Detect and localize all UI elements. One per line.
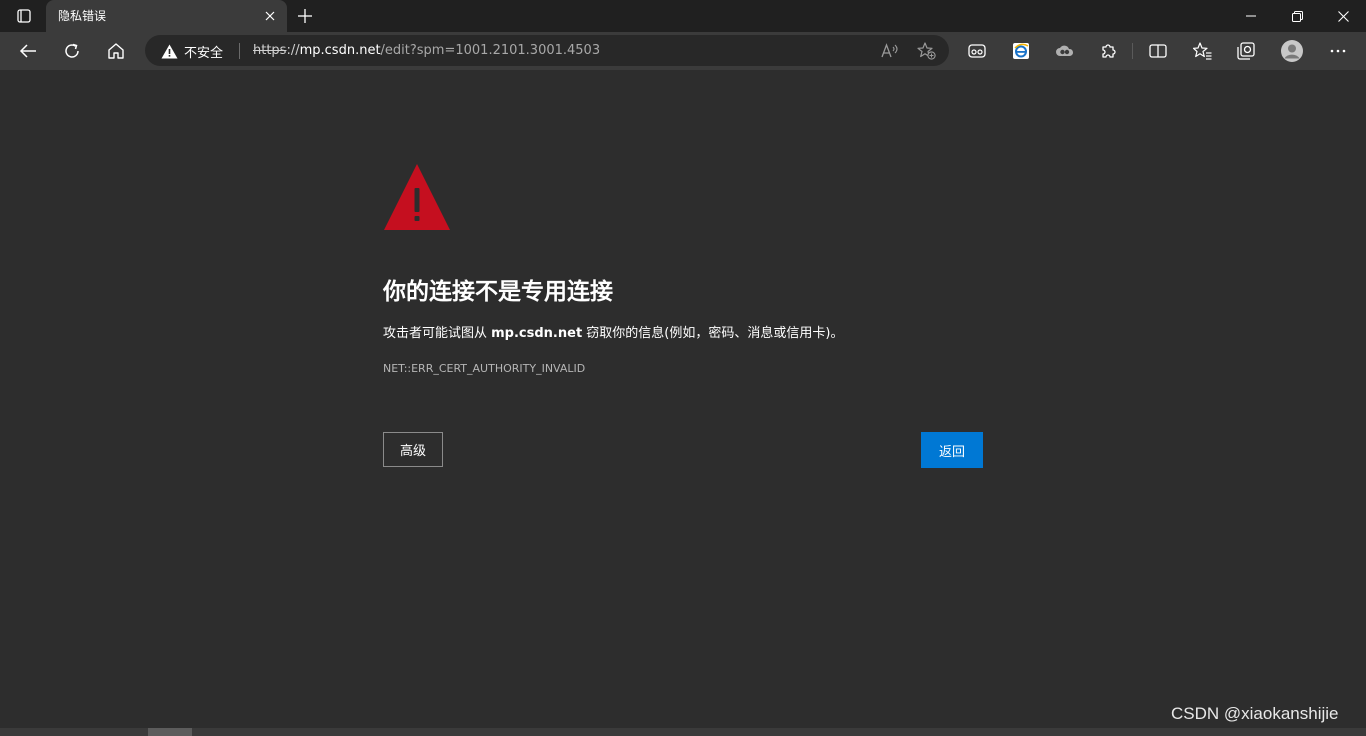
split-screen-icon (1149, 44, 1167, 58)
add-favorite-button[interactable] (915, 40, 937, 62)
tab-close-button[interactable] (262, 8, 278, 24)
vpn-extension-button[interactable] (961, 36, 993, 66)
error-code: NET::ERR_CERT_AUTHORITY_INVALID (383, 362, 586, 375)
warning-icon (161, 44, 178, 58)
tab-title: 隐私错误 (58, 9, 107, 23)
url-text[interactable]: https://mp.csdn.net/edit?spm=1001.2101.3… (253, 43, 600, 59)
address-divider (239, 43, 240, 59)
desc-text-before: 攻击者可能试图从 (383, 326, 492, 341)
plus-icon (298, 9, 312, 23)
minimize-button[interactable] (1228, 0, 1274, 32)
home-button[interactable] (100, 36, 132, 66)
window-close-button[interactable] (1320, 0, 1366, 32)
new-tab-button[interactable] (292, 4, 318, 28)
back-to-safety-button[interactable]: 返回 (921, 432, 983, 468)
puzzle-icon (1102, 44, 1116, 58)
url-separator: :// (286, 43, 300, 58)
restore-button[interactable] (1274, 0, 1320, 32)
url-scheme: https (253, 43, 287, 58)
close-icon (1337, 10, 1349, 22)
collections-icon (1237, 42, 1255, 60)
taskbar (0, 728, 1366, 736)
taskbar-item[interactable] (148, 728, 192, 736)
extension-cloud-icon (1056, 45, 1074, 56)
close-icon (265, 11, 275, 21)
url-path: /edit?spm=1001.2101.3001.4503 (380, 43, 601, 58)
tab-bar: 隐私错误 (0, 0, 1366, 32)
more-icon (1330, 49, 1346, 53)
extensions-button[interactable] (1093, 36, 1125, 66)
read-aloud-button[interactable] (879, 40, 901, 62)
toolbar-divider (1132, 43, 1133, 59)
warning-triangle-icon (384, 164, 450, 230)
security-indicator[interactable]: 不安全 (161, 41, 223, 61)
collections-button[interactable] (1230, 36, 1262, 66)
avatar-icon (1281, 40, 1303, 62)
tab-actions-button[interactable] (8, 4, 40, 28)
address-bar[interactable]: 不安全 https://mp.csdn.net/edit?spm=1001.21… (145, 35, 949, 66)
advanced-button[interactable]: 高级 (383, 432, 443, 467)
minimize-icon (1246, 15, 1256, 17)
home-icon (108, 43, 124, 59)
read-aloud-icon (881, 43, 898, 58)
error-description: 攻击者可能试图从 mp.csdn.net 窃取你的信息(例如，密码、消息或信用卡… (383, 324, 843, 344)
tab-active[interactable]: 隐私错误 (46, 0, 287, 32)
favorites-icon (1192, 42, 1211, 60)
star-add-icon (916, 42, 936, 60)
ie-mode-icon (1013, 43, 1029, 59)
security-label: 不安全 (184, 45, 224, 61)
tab-actions-icon (17, 9, 31, 23)
watermark: CSDN @xiaokanshijie (1171, 704, 1339, 723)
desc-host: mp.csdn.net (491, 326, 583, 341)
extension-button[interactable] (1049, 36, 1081, 66)
error-page: 你的连接不是专用连接 攻击者可能试图从 mp.csdn.net 窃取你的信息(例… (0, 70, 1366, 736)
back-button[interactable] (12, 36, 44, 66)
browser-toolbar: 不安全 https://mp.csdn.net/edit?spm=1001.21… (0, 32, 1366, 70)
extension-glasses-icon (968, 44, 986, 58)
restore-icon (1291, 10, 1303, 22)
desc-text-after: 窃取你的信息(例如，密码、消息或信用卡)。 (582, 326, 844, 341)
arrow-left-icon (19, 44, 36, 58)
ie-mode-button[interactable] (1005, 36, 1037, 66)
split-screen-button[interactable] (1142, 36, 1174, 66)
url-host: mp.csdn.net (299, 43, 381, 58)
refresh-button[interactable] (56, 36, 88, 66)
refresh-icon (65, 43, 79, 58)
settings-menu-button[interactable] (1322, 36, 1354, 66)
profile-button[interactable] (1276, 36, 1308, 66)
favorites-button[interactable] (1186, 36, 1218, 66)
page-title: 你的连接不是专用连接 (383, 279, 613, 305)
